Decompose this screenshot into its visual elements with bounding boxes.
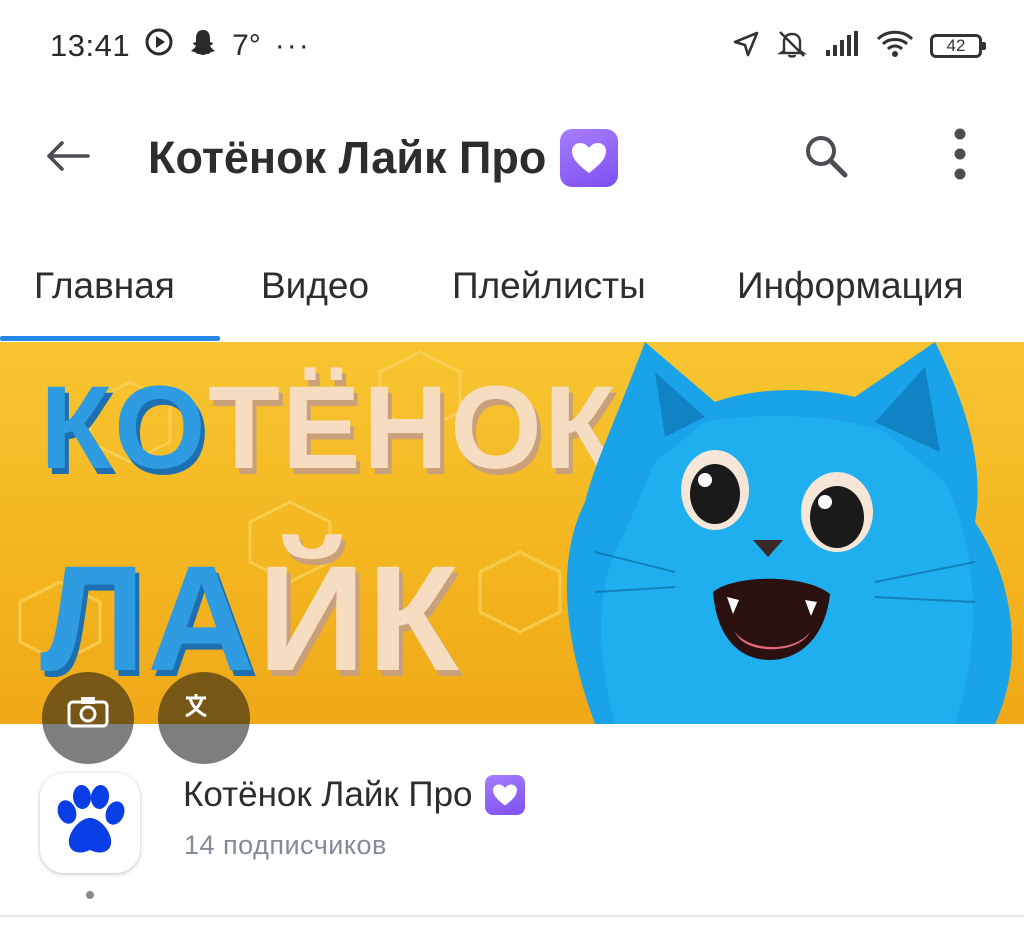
search-button[interactable] — [794, 124, 858, 188]
paw-icon — [57, 785, 125, 853]
more-options-button[interactable] — [930, 122, 990, 186]
bell-off-icon — [776, 28, 808, 65]
play-circle-icon — [144, 27, 174, 65]
banner-letter: Й — [257, 534, 368, 702]
snapchat-icon — [188, 27, 218, 65]
channel-info[interactable]: Котёнок Лайк Про 14 подписчиков — [0, 735, 1024, 899]
location-arrow-icon — [732, 30, 760, 63]
purple-heart-icon — [484, 775, 525, 815]
more-vertical-icon — [954, 128, 966, 180]
back-arrow-icon — [47, 141, 90, 171]
page-title: Котёнок Лайк Про — [148, 128, 619, 188]
divider — [0, 915, 1024, 917]
tab-playlists[interactable]: Плейлисты — [452, 236, 646, 336]
online-dot — [86, 891, 94, 899]
banner-letter: К — [367, 534, 461, 702]
page-title-text: Котёнок Лайк Про — [148, 132, 547, 183]
translate-icon — [185, 694, 207, 718]
status-temperature: 7° — [232, 29, 261, 62]
status-time: 13:41 — [50, 28, 131, 63]
subscriber-count: 14 подписчиков — [184, 830, 387, 860]
blue-cat-illustration — [566, 342, 1013, 724]
wifi-icon — [876, 29, 914, 64]
banner-letter: О — [114, 362, 208, 494]
banner-letter: Н — [362, 362, 451, 494]
app-bar: Котёнок Лайк Про — [0, 100, 1024, 210]
battery-level: 42 — [946, 36, 966, 55]
channel-name: Котёнок Лайк Про — [183, 775, 525, 815]
purple-heart-icon — [560, 129, 619, 187]
tab-active-indicator — [0, 336, 220, 341]
banner-letter: К — [40, 362, 115, 494]
camera-icon — [67, 697, 109, 728]
status-bar-left: 13:41 7° ··· — [50, 28, 311, 64]
banner-letter: Ё — [281, 362, 363, 494]
signal-icon — [824, 30, 860, 63]
channel-name-text: Котёнок Лайк Про — [183, 775, 473, 814]
banner-letter: О — [450, 362, 544, 494]
status-bar-right: 42 — [732, 26, 986, 66]
avatar[interactable] — [40, 773, 140, 899]
banner-title-line1: КОТЁНОК — [40, 360, 618, 496]
tab-home[interactable]: Главная — [34, 236, 175, 336]
tab-video[interactable]: Видео — [261, 236, 369, 336]
status-bar: 13:41 7° ··· 42 — [0, 0, 1024, 92]
battery-icon: 42 — [930, 34, 986, 58]
tab-info[interactable]: Информация — [737, 236, 964, 336]
status-more: ··· — [274, 29, 311, 62]
back-button[interactable] — [38, 126, 98, 186]
channel-banner: КОТЁНОК ЛАЙК — [0, 342, 1024, 724]
search-icon — [806, 136, 848, 178]
tab-bar: Главная Видео Плейлисты Информация — [0, 236, 1024, 342]
banner-letter: Т — [207, 362, 282, 494]
banner-line1-text: КОТЁНОК — [40, 362, 618, 494]
